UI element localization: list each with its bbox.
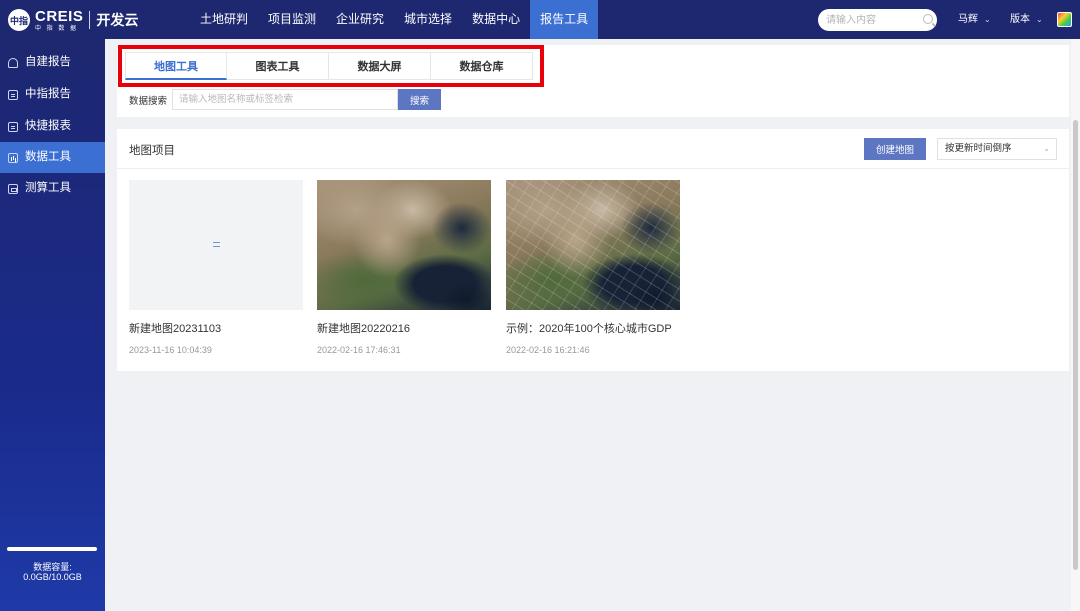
sidebar-item-calculation-tools[interactable]: 测算工具 xyxy=(0,173,105,204)
sidebar-item-quick-reports[interactable]: 快捷报表 xyxy=(0,111,105,142)
sidebar-item-creis-reports[interactable]: 中指报告 xyxy=(0,79,105,110)
document-icon xyxy=(8,89,18,100)
map-updated-time: 2022-02-16 16:21:46 xyxy=(506,345,590,355)
nav-item-data-center[interactable]: 数据中心 xyxy=(462,0,530,39)
nav-item-city-selection[interactable]: 城市选择 xyxy=(394,0,462,39)
tool-tabs: 地图工具 图表工具 数据大屏 数据仓库 xyxy=(125,52,533,80)
sidebar-item-custom-reports[interactable]: 自建报告 xyxy=(0,47,105,78)
nav-item-project-monitoring[interactable]: 项目监测 xyxy=(258,0,326,39)
search-button[interactable]: 搜索 xyxy=(398,89,441,110)
search-icon[interactable] xyxy=(923,14,933,24)
map-thumbnail[interactable] xyxy=(506,180,680,310)
logo-mark: 中指 xyxy=(8,9,30,31)
sort-select-value: 按更新时间倒序 xyxy=(945,143,1012,154)
placeholder-icon xyxy=(213,242,220,247)
chevron-down-icon: ⌄ xyxy=(1043,144,1050,153)
section-title: 地图项目 xyxy=(129,145,175,157)
document-icon xyxy=(8,121,18,132)
tab-map-tools[interactable]: 地图工具 xyxy=(125,52,227,80)
map-thumbnail[interactable] xyxy=(317,180,491,310)
storage-progress-bar xyxy=(7,547,97,551)
map-card[interactable]: 示例：2020年100个核心城市GDP 2022-02-16 16:21:46 xyxy=(506,180,680,355)
logo-divider xyxy=(89,11,91,29)
app-switcher-icon[interactable] xyxy=(1057,12,1072,27)
storage-value: 0.0GB/10.0GB xyxy=(23,572,82,582)
chevron-down-icon: ⌄ xyxy=(1036,15,1043,24)
map-updated-time: 2023-11-16 10:04:39 xyxy=(129,345,212,355)
sidebar-item-label: 测算工具 xyxy=(25,182,71,194)
tab-chart-tools[interactable]: 图表工具 xyxy=(227,52,329,80)
version-label: 版本 xyxy=(1010,14,1030,25)
sort-select[interactable]: 按更新时间倒序 ⌄ xyxy=(937,138,1057,160)
calculator-icon xyxy=(8,183,18,194)
sidebar-item-label: 自建报告 xyxy=(25,56,71,68)
sidebar-item-label: 快捷报表 xyxy=(25,120,71,132)
map-name: 新建地图20231103 xyxy=(129,323,222,335)
tab-data-warehouse[interactable]: 数据仓库 xyxy=(431,52,533,80)
global-search-input[interactable] xyxy=(818,9,937,31)
nav-item-report-tools[interactable]: 报告工具 xyxy=(530,0,599,39)
logo-brand: CREIS xyxy=(35,7,84,25)
logo[interactable]: 中指 CREIS 中 指 数 据 开发云 xyxy=(8,7,139,32)
user-name: 马辉 xyxy=(958,14,978,25)
map-card[interactable]: 新建地图20231103 2023-11-16 10:04:39 xyxy=(129,180,303,355)
data-search-input[interactable] xyxy=(172,89,398,110)
sidebar: 自建报告 中指报告 快捷报表 数据工具 测算工具 数据容量: 0.0GB/10.… xyxy=(0,39,105,611)
chart-icon xyxy=(8,152,18,163)
cloud-icon xyxy=(8,57,18,68)
map-thumbnail[interactable] xyxy=(129,180,303,310)
sidebar-item-label: 数据工具 xyxy=(25,151,71,163)
sidebar-item-label: 中指报告 xyxy=(25,88,71,100)
top-nav: 土地研判 项目监测 企业研究 城市选择 数据中心 报告工具 xyxy=(190,0,599,39)
map-name: 示例：2020年100个核心城市GDP xyxy=(506,323,672,335)
nav-item-enterprise-research[interactable]: 企业研究 xyxy=(326,0,394,39)
create-map-button[interactable]: 创建地图 xyxy=(864,138,926,160)
version-menu[interactable]: 版本 ⌄ xyxy=(1010,0,1043,39)
logo-subtitle: 中 指 数 据 xyxy=(35,25,79,32)
map-name: 新建地图20220216 xyxy=(317,323,410,335)
product-name: 开发云 xyxy=(96,12,139,28)
section-divider xyxy=(117,168,1069,169)
chevron-down-icon: ⌄ xyxy=(984,15,991,24)
map-updated-time: 2022-02-16 17:46:31 xyxy=(317,345,401,355)
nav-item-land-analysis[interactable]: 土地研判 xyxy=(190,0,258,39)
storage-progress-fill xyxy=(7,547,97,551)
map-card[interactable]: 新建地图20220216 2022-02-16 17:46:31 xyxy=(317,180,491,355)
page-scrollbar-thumb[interactable] xyxy=(1073,120,1078,570)
tab-data-dashboard[interactable]: 数据大屏 xyxy=(329,52,431,80)
user-menu[interactable]: 马辉 ⌄ xyxy=(958,0,991,39)
sidebar-item-data-tools[interactable]: 数据工具 xyxy=(0,142,105,173)
data-search-label: 数据搜索 xyxy=(129,96,168,107)
